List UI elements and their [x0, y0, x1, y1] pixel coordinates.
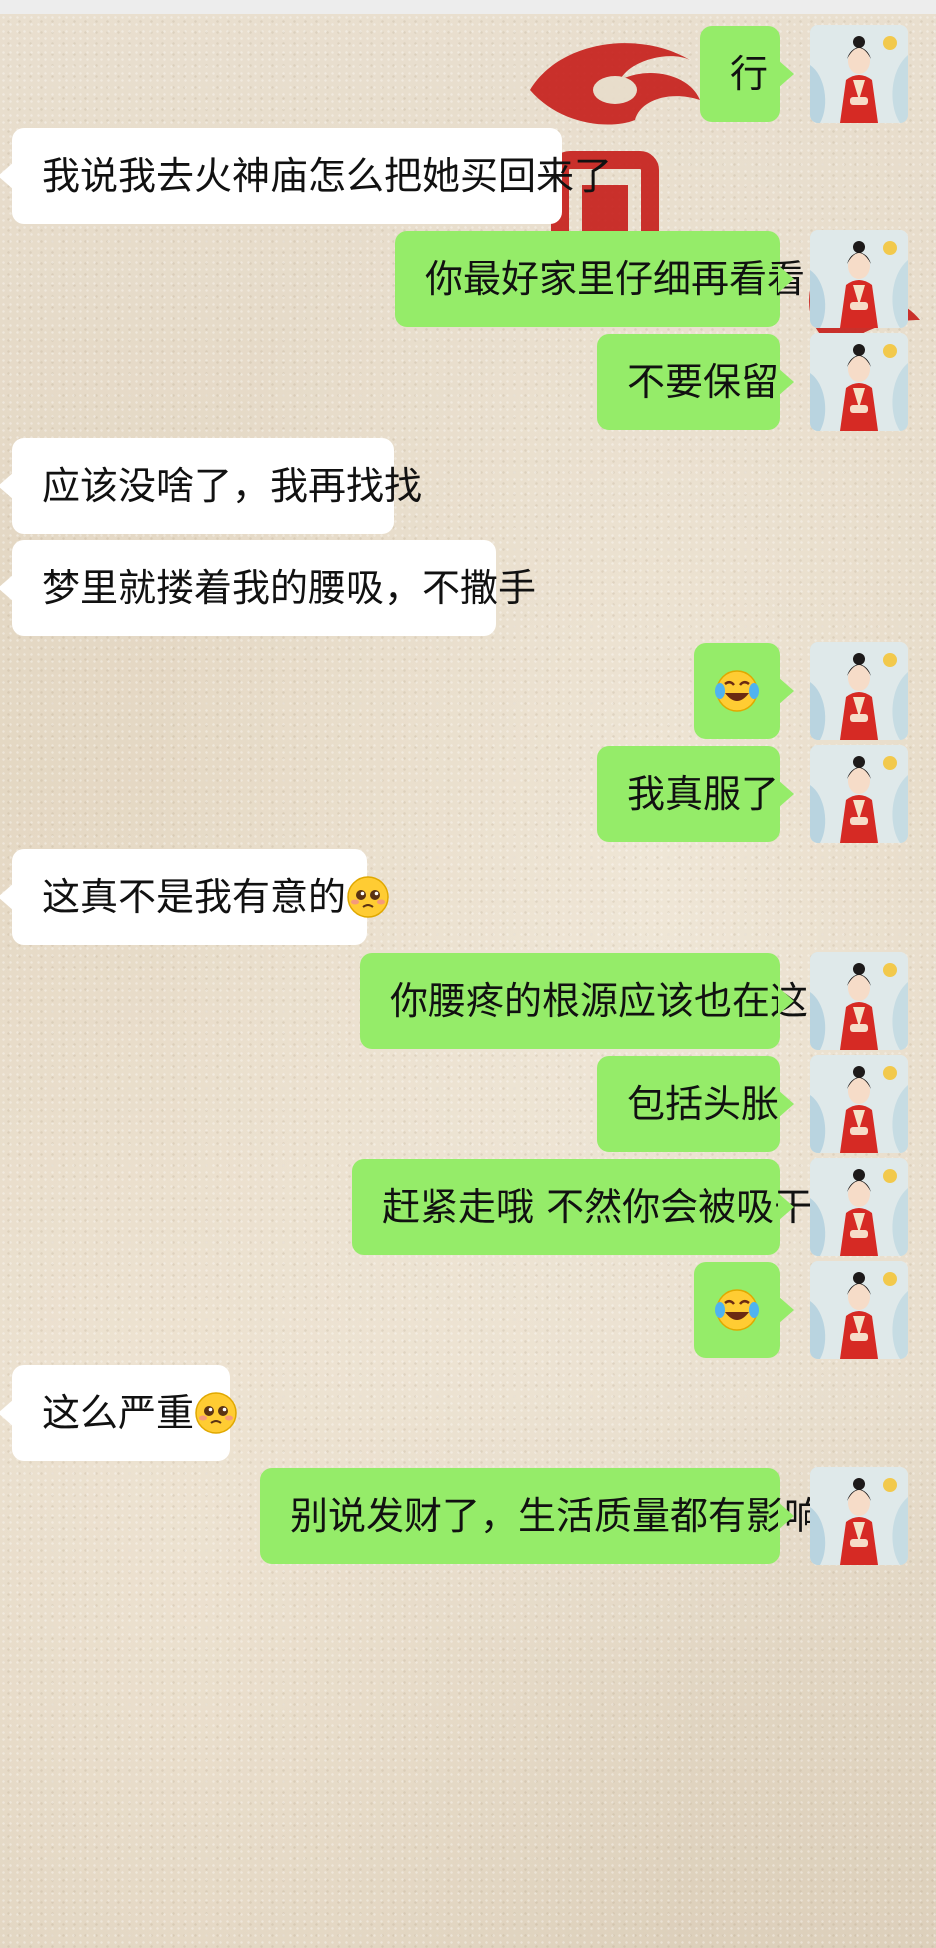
message-text: 我真服了: [627, 772, 780, 816]
avatar[interactable]: [810, 1261, 908, 1359]
message-text: 不要保留: [627, 360, 780, 404]
outgoing-message-bubble[interactable]: 别说发财了，生活质量都有影响: [260, 1468, 822, 1564]
outgoing-message-bubble[interactable]: 我真服了: [597, 746, 794, 842]
avatar[interactable]: [810, 1055, 908, 1153]
message-text: 这么严重: [42, 1391, 195, 1435]
outgoing-message-bubble[interactable]: 你腰疼的根源应该也在这: [360, 953, 808, 1049]
avatar[interactable]: [810, 1467, 908, 1565]
message-text: 梦里就搂着我的腰吸，不撒手: [42, 566, 537, 610]
message-row: 我说我去火神庙怎么把她买回来了: [0, 127, 936, 225]
message-row: 应该没啥了，我再找找: [0, 437, 936, 535]
message-text: 包括头胀: [627, 1082, 780, 1126]
crying-laughing-face-emoji-icon: [715, 669, 759, 712]
avatar[interactable]: [810, 952, 908, 1050]
message-text: 你最好家里仔细再看看: [425, 257, 806, 301]
message-row: 梦里就搂着我的腰吸，不撒手: [0, 539, 936, 637]
avatar[interactable]: [810, 745, 908, 843]
message-row: 行: [0, 25, 936, 123]
message-text: 这真不是我有意的: [42, 875, 347, 919]
incoming-message-bubble[interactable]: 这真不是我有意的: [0, 849, 389, 945]
outgoing-message-bubble[interactable]: 行: [700, 26, 794, 122]
message-row: 你腰疼的根源应该也在这: [0, 952, 936, 1050]
message-text: 应该没啥了，我再找找: [42, 464, 423, 508]
avatar[interactable]: [810, 230, 908, 328]
incoming-message-bubble[interactable]: 应该没啥了，我再找找: [0, 438, 422, 534]
message-row: 包括头胀: [0, 1055, 936, 1153]
message-row: [0, 642, 936, 740]
outgoing-message-bubble[interactable]: [694, 1262, 794, 1358]
message-row: 这真不是我有意的: [0, 848, 936, 946]
avatar[interactable]: [810, 25, 908, 123]
avatar[interactable]: [810, 642, 908, 740]
incoming-message-bubble[interactable]: 梦里就搂着我的腰吸，不撒手: [0, 540, 536, 636]
message-row: 你最好家里仔细再看看: [0, 230, 936, 328]
message-row: 别说发财了，生活质量都有影响: [0, 1467, 936, 1565]
message-row: 不要保留: [0, 333, 936, 431]
outgoing-message-bubble[interactable]: 包括头胀: [597, 1056, 794, 1152]
incoming-message-bubble[interactable]: 这么严重: [0, 1365, 237, 1461]
message-row: 我真服了: [0, 745, 936, 843]
message-text: 你腰疼的根源应该也在这: [390, 979, 809, 1023]
outgoing-message-bubble[interactable]: [694, 643, 794, 739]
message-text: 赶紧走哦 不然你会被吸干: [382, 1185, 813, 1229]
outgoing-message-bubble[interactable]: 赶紧走哦 不然你会被吸干: [352, 1159, 812, 1255]
message-row: 这么严重: [0, 1364, 936, 1462]
message-row: [0, 1261, 936, 1359]
message-text: 行: [730, 52, 769, 96]
outgoing-message-bubble[interactable]: 不要保留: [597, 334, 794, 430]
crying-laughing-face-emoji-icon: [715, 1288, 759, 1331]
pleading-face-emoji-icon: [195, 1391, 237, 1434]
incoming-message-bubble[interactable]: 我说我去火神庙怎么把她买回来了: [0, 128, 612, 224]
message-row: 赶紧走哦 不然你会被吸干: [0, 1158, 936, 1256]
avatar[interactable]: [810, 1158, 908, 1256]
avatar[interactable]: [810, 333, 908, 431]
status-strip: [0, 0, 936, 14]
message-text: 我说我去火神庙怎么把她买回来了: [42, 154, 613, 198]
outgoing-message-bubble[interactable]: 你最好家里仔细再看看: [395, 231, 805, 327]
message-text: 别说发财了，生活质量都有影响: [290, 1494, 823, 1538]
pleading-face-emoji-icon: [347, 875, 389, 918]
